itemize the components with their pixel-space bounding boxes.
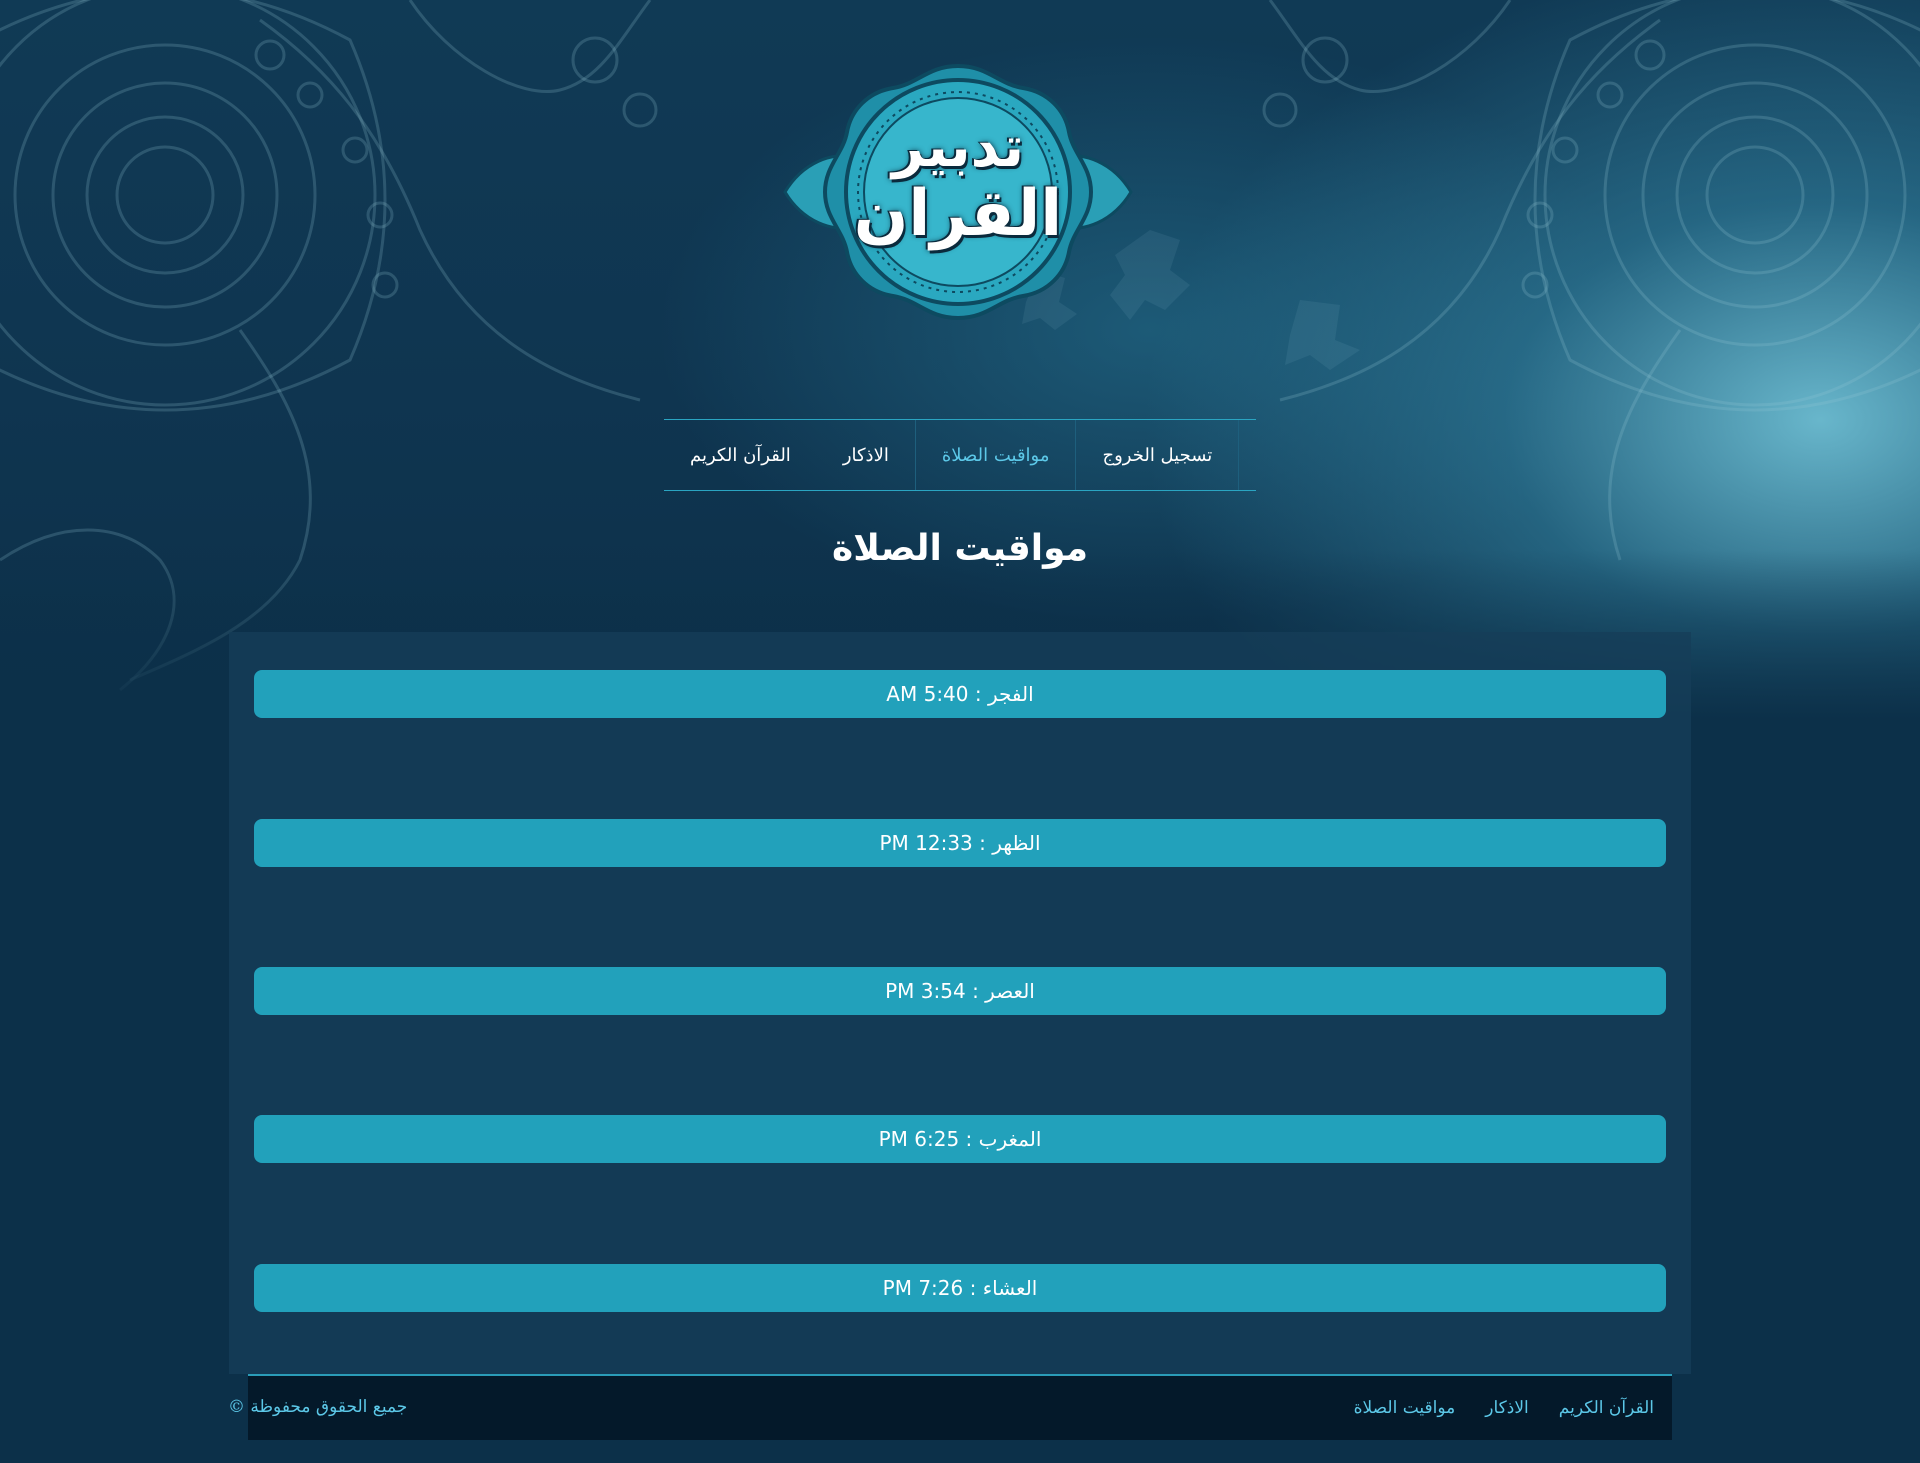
prayer-time: PM 3:54 bbox=[885, 979, 966, 1003]
prayer-times-panel: AM 5:40 : الفجر PM 12:33 : الظهر PM 3:54… bbox=[229, 632, 1691, 1374]
site-footer: القرآن الكريم الاذكار مواقيت الصلاة bbox=[248, 1374, 1672, 1440]
prayer-row-fajr: AM 5:40 : الفجر bbox=[254, 670, 1666, 718]
copyright-text: جميع الحقوق محفوظة © bbox=[228, 1397, 408, 1417]
prayer-name: العصر bbox=[985, 979, 1035, 1003]
logo-title-line2: القران bbox=[853, 177, 1063, 251]
nav-item-quran[interactable]: القرآن الكريم bbox=[664, 420, 817, 490]
footer-link-prayer-times[interactable]: مواقيت الصلاة bbox=[1354, 1398, 1456, 1418]
prayer-time: PM 6:25 bbox=[878, 1127, 960, 1151]
footer-links: القرآن الكريم الاذكار مواقيت الصلاة bbox=[1324, 1376, 1654, 1440]
prayer-name: الظهر bbox=[992, 831, 1041, 855]
prayer-time: AM 5:40 bbox=[886, 682, 969, 706]
nav-item-prayer-times[interactable]: مواقيت الصلاة bbox=[916, 420, 1077, 490]
prayer-row-asr: PM 3:54 : العصر bbox=[254, 967, 1666, 1015]
prayer-row-isha: PM 7:26 : العشاء bbox=[254, 1264, 1666, 1312]
nav-item-logout[interactable]: تسجيل الخروج bbox=[1076, 420, 1240, 490]
main-nav: القرآن الكريم الاذكار مواقيت الصلاة تسجي… bbox=[664, 419, 1256, 491]
prayer-name: المغرب bbox=[978, 1127, 1042, 1151]
prayer-row-maghrib: PM 6:25 : المغرب bbox=[254, 1115, 1666, 1163]
logo-title-line1: تدبير bbox=[891, 115, 1025, 180]
prayer-time: PM 7:26 bbox=[882, 1276, 964, 1300]
prayer-row-dhuhr: PM 12:33 : الظهر bbox=[254, 819, 1666, 867]
footer-link-adhkar[interactable]: الاذكار bbox=[1485, 1398, 1528, 1418]
site-logo[interactable]: تدبير القران bbox=[773, 62, 1143, 322]
nav-item-adhkar[interactable]: الاذكار bbox=[817, 420, 916, 490]
prayer-name: الفجر bbox=[987, 682, 1034, 706]
footer-link-quran[interactable]: القرآن الكريم bbox=[1559, 1398, 1654, 1418]
prayer-time: PM 12:33 bbox=[879, 831, 973, 855]
page-title: مواقيت الصلاة bbox=[831, 528, 1089, 570]
prayer-name: العشاء bbox=[982, 1276, 1038, 1300]
